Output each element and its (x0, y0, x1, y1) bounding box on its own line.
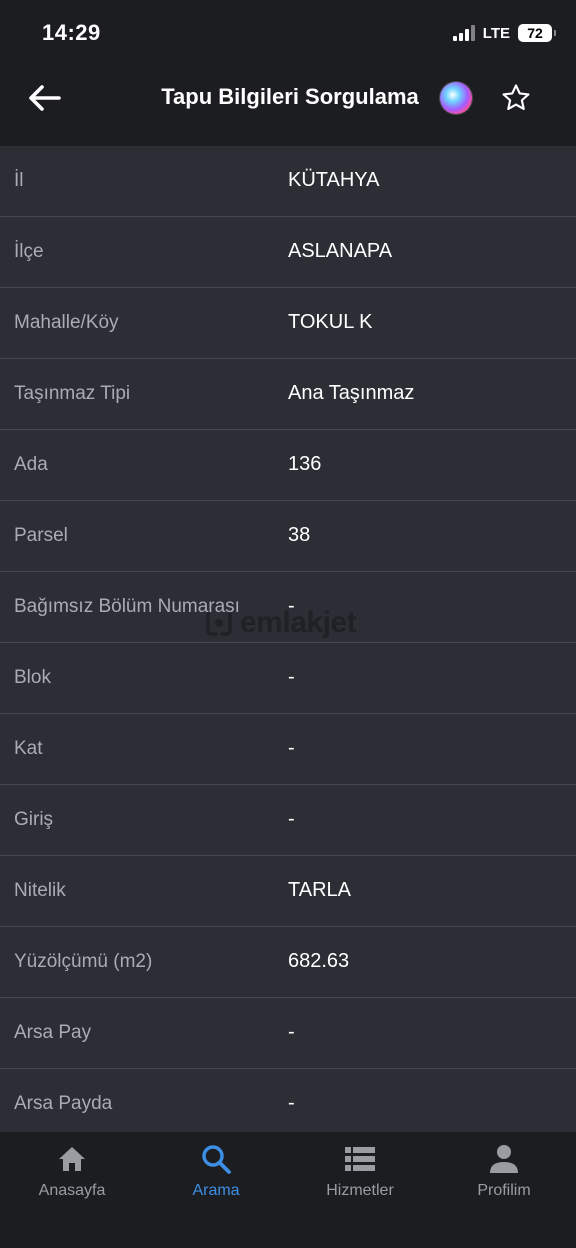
row-value: - (288, 1092, 295, 1114)
table-row: Bağımsız Bölüm Numarası - (0, 572, 576, 643)
row-label: Ada (14, 454, 48, 475)
row-value: 136 (288, 453, 322, 475)
row-label: Nitelik (14, 880, 66, 901)
row-label: Giriş (14, 809, 54, 830)
tab-label: Profilim (477, 1182, 531, 1199)
row-label: Arsa Pay (14, 1022, 92, 1043)
network-type: LTE (482, 24, 510, 42)
person-icon (487, 1142, 521, 1176)
table-row: İlçe ASLANAPA (0, 217, 576, 288)
table-row: Mahalle/Köy TOKUL K (0, 288, 576, 359)
row-label: Kat (14, 738, 43, 759)
battery-level: 72 (527, 25, 543, 41)
row-value: Ana Taşınmaz (288, 382, 415, 404)
row-value: 682.63 (288, 950, 350, 972)
table-row: Parsel 38 (0, 501, 576, 572)
row-label: Blok (14, 667, 51, 688)
row-value: ASLANAPA (288, 240, 393, 262)
row-label: Taşınmaz Tipi (14, 383, 131, 404)
table-row: Giriş - (0, 785, 576, 856)
page-title: Tapu Bilgileri Sorgulama (161, 84, 419, 109)
table-row: Kat - (0, 714, 576, 785)
search-icon (199, 1142, 233, 1176)
row-label: İlçe (14, 241, 44, 262)
row-value: 38 (288, 524, 311, 546)
table-row: Taşınmaz Tipi Ana Taşınmaz (0, 359, 576, 430)
status-time: 14:29 (42, 20, 101, 45)
tab-arama[interactable]: Arama (144, 1132, 288, 1248)
signal-icon (452, 25, 475, 41)
row-value: - (288, 666, 295, 688)
table-row: Arsa Payda - (0, 1069, 576, 1131)
row-value: - (288, 808, 295, 830)
tab-hizmetler[interactable]: Hizmetler (288, 1132, 432, 1248)
battery-icon: 72 (518, 24, 556, 42)
tab-label: Arama (192, 1182, 240, 1199)
list-icon (343, 1142, 377, 1176)
tab-profilim[interactable]: Profilim (432, 1132, 576, 1248)
row-label: Yüzölçümü (m2) (14, 951, 153, 972)
row-value: TOKUL K (288, 311, 373, 333)
table-row: Blok - (0, 643, 576, 714)
siri-icon[interactable] (440, 82, 472, 114)
table-row: Nitelik TARLA (0, 856, 576, 927)
row-label: Mahalle/Köy (14, 312, 119, 333)
table-row: Arsa Pay - (0, 998, 576, 1069)
status-bar: 14:29 LTE 72 (0, 0, 576, 68)
row-label: Bağımsız Bölüm Numarası (14, 596, 240, 617)
row-value: KÜTAHYA (288, 169, 380, 191)
table-row: Ada 136 (0, 430, 576, 501)
table-row: Yüzölçümü (m2) 682.63 (0, 927, 576, 998)
favorite-button[interactable] (498, 80, 534, 116)
tab-label: Hizmetler (326, 1182, 394, 1199)
tab-anasayfa[interactable]: Anasayfa (0, 1132, 144, 1248)
star-icon (502, 84, 530, 110)
tab-bar: Anasayfa Arama Hizmetler Profilim (0, 1131, 576, 1248)
property-details-list: İl KÜTAHYA İlçe ASLANAPA Mahalle/Köy TOK… (0, 146, 576, 1131)
row-value: TARLA (288, 879, 351, 901)
row-value: - (288, 737, 295, 759)
navigation-bar: Tapu Bilgileri Sorgulama (0, 68, 576, 199)
home-icon (55, 1142, 89, 1176)
row-label: Arsa Payda (14, 1093, 113, 1114)
table-row: İl KÜTAHYA (0, 146, 576, 217)
row-value: - (288, 1021, 295, 1043)
status-indicators: LTE 72 (452, 24, 556, 42)
row-label: İl (14, 170, 24, 191)
tab-label: Anasayfa (38, 1182, 106, 1199)
row-label: Parsel (14, 525, 68, 546)
row-value: - (288, 595, 295, 617)
